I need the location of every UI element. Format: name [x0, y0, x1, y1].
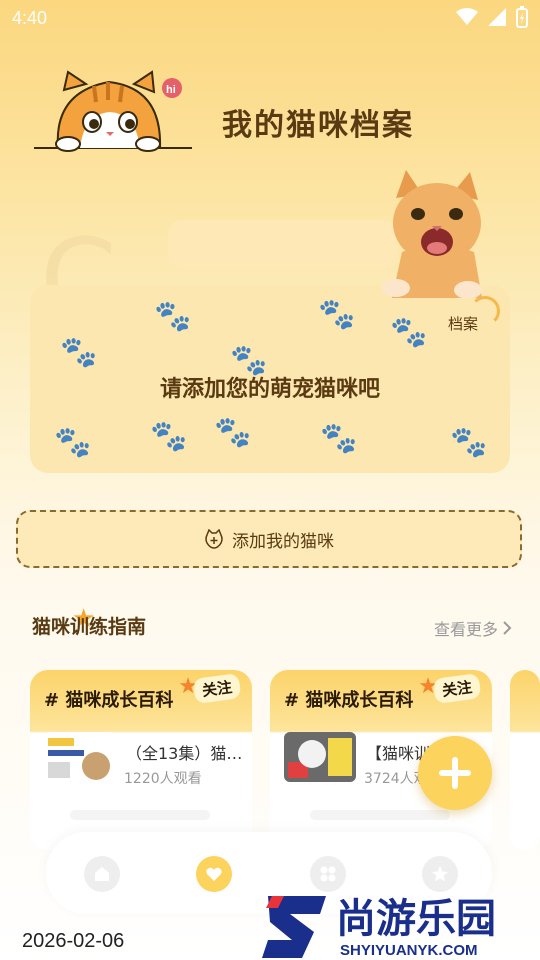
- nav-home-tab[interactable]: [84, 856, 120, 892]
- add-my-cat-label: 添加我的猫咪: [232, 531, 334, 552]
- battery-icon: [516, 6, 528, 28]
- status-bar: 4:40: [0, 0, 540, 38]
- card-tab-decoration: [168, 220, 398, 270]
- video-card-partial[interactable]: [510, 670, 540, 850]
- video-placeholder-line: [70, 810, 210, 820]
- page-title: 我的猫咪档案: [222, 108, 414, 143]
- paw-decoration-icon: 🐾: [318, 297, 356, 332]
- svg-text:SHYIYUANYK.COM: SHYIYUANYK.COM: [340, 942, 478, 959]
- video-card-banner: # 猫咪成长百科: [44, 690, 174, 711]
- see-more-label: 查看更多: [433, 620, 498, 639]
- status-time: 4:40: [12, 8, 48, 28]
- wifi-icon: [456, 8, 478, 25]
- signal-icon: [488, 8, 506, 26]
- cat-mascot-illustration: hi: [34, 70, 192, 152]
- date-label: 2026-02-06: [22, 930, 125, 952]
- paw-decoration-icon: 🐾: [60, 335, 98, 370]
- svg-text:尚游乐园: 尚游乐园: [336, 896, 496, 942]
- kitten-illustration: [382, 170, 482, 298]
- site-watermark-logo: 尚游乐园 SHYIYUANYK.COM: [262, 896, 496, 959]
- grid-icon: [320, 866, 336, 882]
- add-cat-icon: [205, 529, 223, 549]
- nav-heart-tab[interactable]: [196, 856, 232, 892]
- video-card-banner: # 猫咪成长百科: [284, 690, 414, 711]
- heart-icon: [206, 867, 222, 881]
- follow-tag[interactable]: 关注: [432, 672, 482, 705]
- paw-decoration-icon: 🐾: [320, 421, 358, 456]
- video-card[interactable]: ★ 关注 # 猫咪成长百科 （全13集）猫咪行为全解析 1220人观看: [30, 670, 252, 850]
- video-thumbnail: [284, 732, 356, 782]
- video-placeholder-line: [310, 810, 450, 820]
- section-title: 猫咪训练指南: [32, 616, 147, 638]
- video-title: （全13集）猫咪行为全解析: [126, 744, 244, 763]
- paw-decoration-icon: 🐾: [390, 315, 428, 350]
- follow-tag[interactable]: 关注: [192, 672, 242, 705]
- video-views: 1220人观看: [124, 771, 202, 787]
- home-icon: [95, 867, 109, 881]
- nav-star-tab[interactable]: [422, 856, 458, 892]
- see-more-link[interactable]: 查看更多: [434, 616, 512, 640]
- video-thumbnail: [44, 732, 116, 782]
- add-my-cat-button[interactable]: 添加我的猫咪: [16, 510, 522, 568]
- nav-grid-tab[interactable]: [310, 856, 346, 892]
- chevron-right-icon: [503, 621, 512, 635]
- status-icons: [456, 6, 528, 28]
- paw-decoration-icon: 🐾: [214, 415, 252, 450]
- paw-decoration-icon: 🐾: [54, 425, 92, 460]
- empty-profile-text: 请添加您的萌宠猫咪吧: [159, 377, 380, 402]
- paw-decoration-icon: 🐾: [150, 419, 188, 454]
- paw-decoration-icon: 🐾: [450, 425, 488, 460]
- svg-text:hi: hi: [166, 84, 176, 96]
- star-icon: [432, 866, 448, 882]
- archive-label: 档案: [448, 315, 479, 333]
- cat-profile-card[interactable]: 🐾 🐾 🐾 🐾 🐾 🐾 🐾 🐾 🐾 🐾 请添加您的萌宠猫咪吧: [30, 285, 510, 473]
- floating-add-button[interactable]: [418, 736, 492, 810]
- paw-decoration-icon: 🐾: [154, 299, 192, 334]
